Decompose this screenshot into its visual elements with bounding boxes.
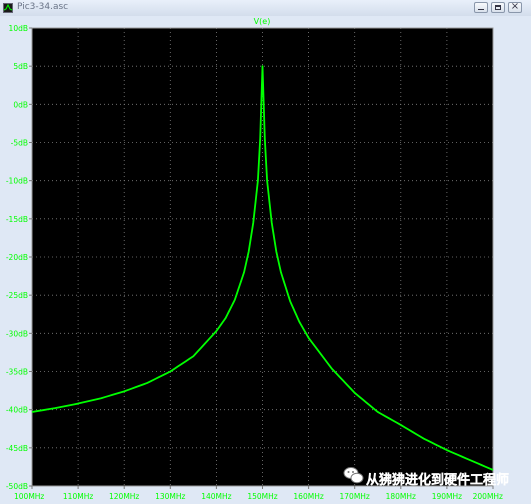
y-tick-label: -5dB <box>11 139 28 148</box>
x-tick-label: 200MHz <box>473 492 503 501</box>
minimize-button[interactable] <box>474 2 488 13</box>
y-tick-label: -15dB <box>6 215 28 224</box>
x-tick-label: 130MHz <box>155 492 185 501</box>
waveform-plot[interactable]: V(e) 10dB 5dB 0dB -5dB -10dB -15dB -20dB -25dB -… <box>0 16 531 504</box>
x-tick-label: 160MHz <box>293 492 323 501</box>
waveform-app-icon <box>3 3 13 13</box>
y-tick-label: -25dB <box>6 291 28 300</box>
x-tick-label: 190MHz <box>432 492 462 501</box>
y-tick-label: -30dB <box>6 329 28 338</box>
y-tick-label: 10dB <box>9 24 28 33</box>
x-tick-label: 140MHz <box>201 492 231 501</box>
x-tick-label: 150MHz <box>247 492 277 501</box>
x-tick-label: 170MHz <box>340 492 370 501</box>
x-tick-label: 180MHz <box>386 492 416 501</box>
trace-label[interactable]: V(e) <box>254 17 271 26</box>
y-tick-label: 0dB <box>13 100 28 109</box>
y-tick-label: -20dB <box>6 253 28 262</box>
minimize-icon <box>478 9 484 10</box>
x-tick-label: 100MHz <box>14 492 44 501</box>
window-title: Pic3-34.asc <box>17 2 69 12</box>
close-button[interactable]: × <box>508 1 522 13</box>
maximize-icon <box>495 5 501 10</box>
close-icon: × <box>510 1 520 12</box>
title-bar[interactable]: Pic3-34.asc × <box>0 0 531 17</box>
y-tick-label: -40dB <box>6 406 28 415</box>
y-tick-label: -45dB <box>6 444 28 453</box>
y-tick-label: -50dB <box>6 482 28 491</box>
maximize-button[interactable] <box>491 2 505 13</box>
y-tick-label: 5dB <box>13 62 28 71</box>
ltspice-plot-window: Pic3-34.asc × V(e) 10dB 5dB 0dB -5dB -10dB -1… <box>0 0 531 504</box>
x-tick-label: 110MHz <box>63 492 93 501</box>
y-tick-label: -10dB <box>6 177 28 186</box>
watermark-text: 从狒狒进化到硬件工程师 <box>366 472 509 488</box>
y-tick-label: -35dB <box>6 368 28 377</box>
x-tick-label: 120MHz <box>109 492 139 501</box>
